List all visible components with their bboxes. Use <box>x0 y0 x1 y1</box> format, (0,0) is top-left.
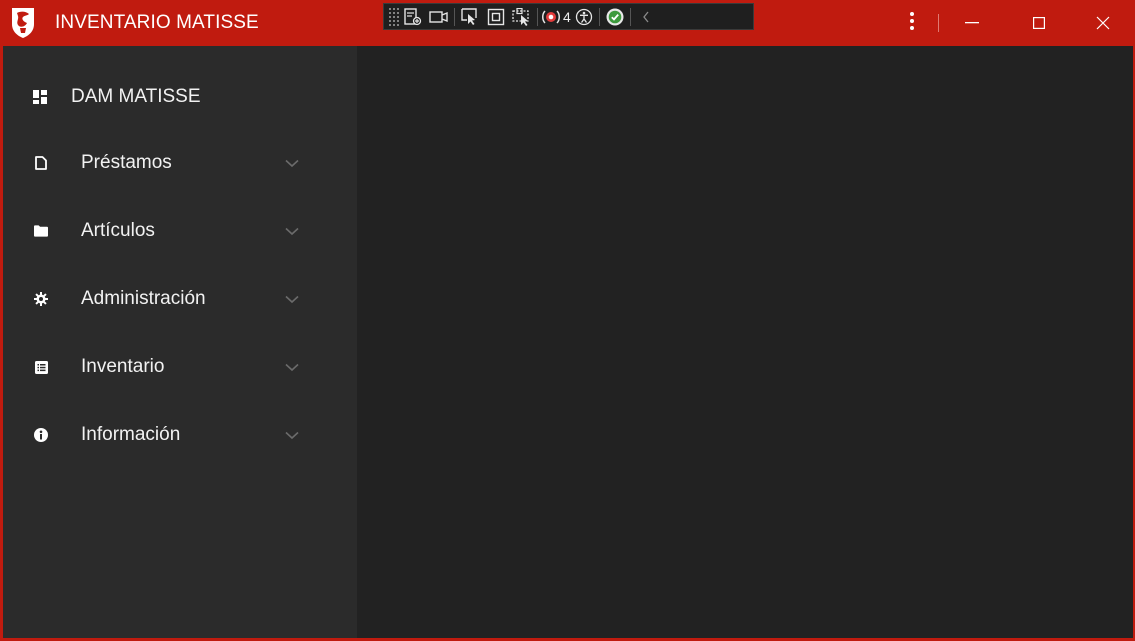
sidebar-item-prestamos[interactable]: Préstamos <box>3 136 357 190</box>
titlebar-separator <box>938 14 939 32</box>
binding-failures-count: 4 <box>563 8 571 25</box>
sidebar: DAM MATISSE Préstamos Artículos Administ… <box>3 46 357 638</box>
chevron-down-icon[interactable] <box>285 295 299 304</box>
chevron-down-icon[interactable] <box>285 363 299 372</box>
more-options-icon[interactable] <box>909 12 915 34</box>
title-bar: INVENTARIO MATISSE 4 <box>0 0 1135 46</box>
chevron-down-icon[interactable] <box>285 159 299 168</box>
sidebar-item-label: Administración <box>81 288 206 309</box>
sidebar-item-label: Información <box>81 424 181 445</box>
sidebar-item-label: Inventario <box>81 356 165 377</box>
info-icon <box>34 428 48 442</box>
close-button[interactable] <box>1080 0 1126 46</box>
app-logo-icon <box>8 4 38 40</box>
list-box-icon <box>34 360 48 374</box>
sidebar-item-label: Artículos <box>81 220 155 241</box>
debug-toolbar: 4 <box>383 3 754 30</box>
toolbar-grip[interactable] <box>388 6 400 27</box>
gear-icon <box>34 292 48 306</box>
collapse-icon[interactable] <box>633 6 659 28</box>
close-icon <box>1096 16 1110 30</box>
select-element-icon[interactable] <box>457 6 483 28</box>
window-title: INVENTARIO MATISSE <box>55 12 259 33</box>
sidebar-header-label: DAM MATISSE <box>71 86 201 107</box>
binding-failures-icon[interactable] <box>540 6 562 28</box>
maximize-icon <box>1033 17 1045 29</box>
toolbar-separator <box>454 7 455 26</box>
sidebar-item-informacion[interactable]: Información <box>3 408 357 462</box>
maximize-button[interactable] <box>1016 0 1062 46</box>
sidebar-item-inventario[interactable]: Inventario <box>3 340 357 394</box>
record-icon[interactable] <box>426 6 452 28</box>
sidebar-item-articulos[interactable]: Artículos <box>3 204 357 258</box>
main-content <box>357 46 1133 638</box>
accessibility-icon[interactable] <box>571 6 597 28</box>
dashboard-icon <box>33 90 47 104</box>
track-focus-icon[interactable] <box>509 6 535 28</box>
toolbar-separator <box>598 7 600 26</box>
toolbar-separator <box>537 7 538 26</box>
minimize-icon <box>965 22 979 24</box>
sidebar-item-administracion[interactable]: Administración <box>3 272 357 326</box>
minimize-button[interactable] <box>949 0 995 46</box>
live-visual-tree-icon[interactable] <box>400 6 426 28</box>
hot-reload-ok-icon[interactable] <box>602 6 628 28</box>
file-icon <box>34 156 48 170</box>
chevron-down-icon[interactable] <box>285 227 299 236</box>
display-layout-adorners-icon[interactable] <box>483 6 509 28</box>
toolbar-separator <box>629 7 631 26</box>
chevron-down-icon[interactable] <box>285 431 299 440</box>
sidebar-item-label: Préstamos <box>81 152 172 173</box>
folder-icon <box>34 224 48 238</box>
sidebar-header[interactable]: DAM MATISSE <box>3 70 357 124</box>
